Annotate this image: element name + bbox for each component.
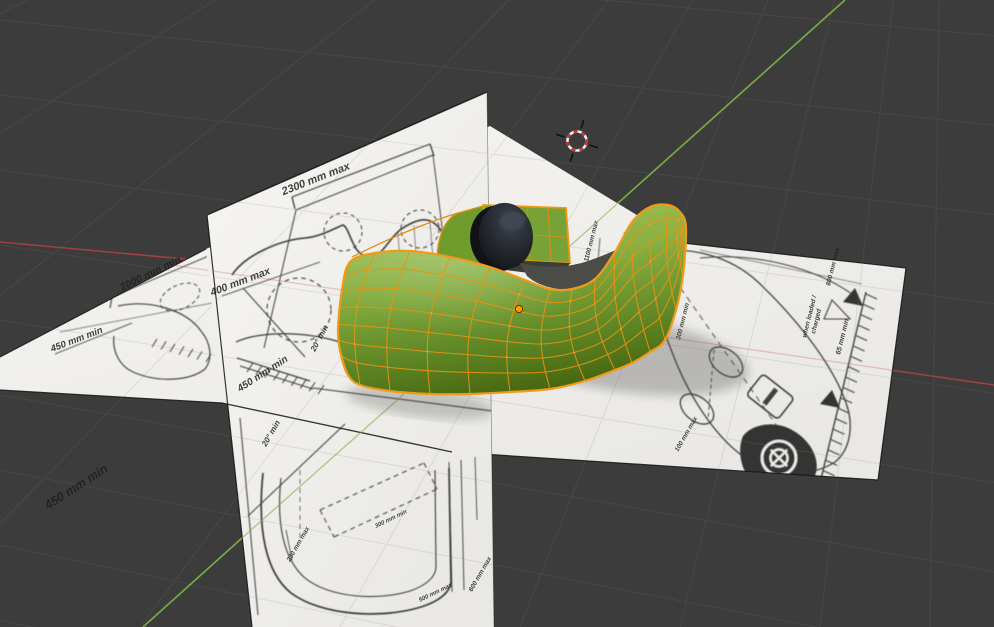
blender-3d-viewport[interactable]: 2000 mm min 450 mm min when loaded / cha… [0,0,994,627]
viewport-canvas[interactable]: 2000 mm min 450 mm min when loaded / cha… [0,0,994,627]
object-origin-icon [514,304,524,314]
